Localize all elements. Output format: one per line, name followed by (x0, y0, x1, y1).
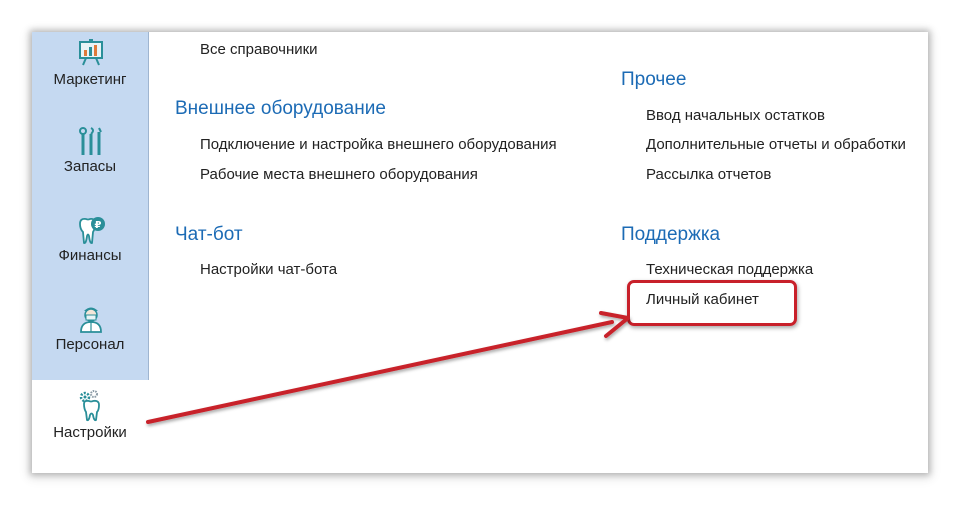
annotation-arrow (146, 311, 630, 424)
